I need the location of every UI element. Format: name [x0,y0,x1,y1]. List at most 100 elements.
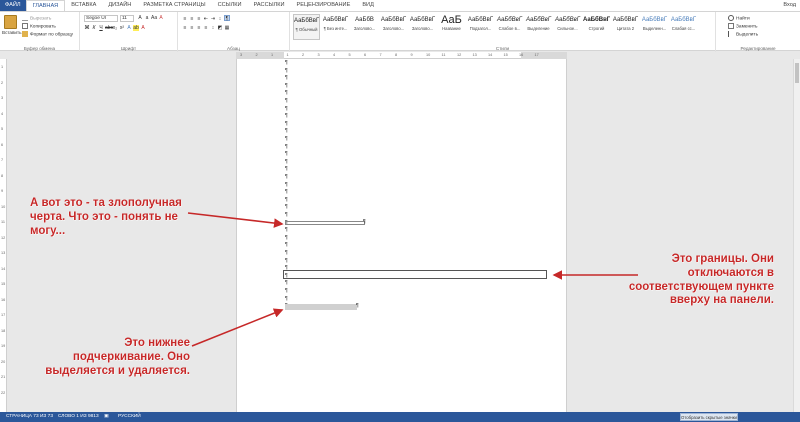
paragraph-mark: ¶ [285,75,288,82]
show-marks-icon[interactable]: ¶ [224,15,230,22]
font-size-select[interactable]: 11 [120,15,134,22]
tab-file[interactable]: ФАЙЛ [0,0,26,11]
horizontal-ruler[interactable]: 3 2 1 1 2 3 4 5 6 7 8 9 10 11 12 13 14 15 16 17 [236,52,567,59]
scrollbar-thumb[interactable] [795,63,799,83]
tab-insert[interactable]: ВСТАВКА [65,0,102,11]
align-right-icon[interactable]: ≡ [196,25,202,31]
cut-button[interactable]: Вырезать [22,15,51,21]
vertical-scrollbar[interactable] [793,59,800,412]
style-item[interactable]: АаБбВвГ Строгий [583,14,610,40]
sign-in-link[interactable]: Вход [783,0,796,11]
tab-review[interactable]: РЕЦЕНЗИРОВАНИЕ [291,0,357,11]
text-effects-button[interactable]: A [126,25,132,31]
style-item[interactable]: АаБбВвГ Слабая сс... [670,14,697,40]
style-item[interactable]: АаБбВвГ Слабое в... [496,14,523,40]
style-item[interactable]: АаБбВвГ Цитата 2 [612,14,639,40]
bold-button[interactable]: Ж [84,25,90,31]
style-sample: АаБбВвГ [294,18,319,24]
sort-icon[interactable]: ↕ [217,16,223,22]
style-sample: АаБбВвГ [409,17,436,23]
style-item[interactable]: АаБбВ Заголово... [351,14,378,40]
style-item[interactable]: АаБбВвГ Выделенн... [641,14,668,40]
status-language[interactable]: РУССКИЙ [118,412,141,422]
highlight-button[interactable]: ab [133,25,139,31]
paragraph-mark: ¶ [285,60,288,66]
borders-icon[interactable]: ▦ [224,25,230,31]
multilevel-list-icon[interactable]: ≡ [196,16,202,22]
style-item[interactable]: АаБбВвГ Сильное... [554,14,581,40]
superscript-button[interactable]: x² [119,25,125,31]
mystery-line[interactable] [285,221,365,225]
style-sample: АаБбВвГ [641,17,668,23]
style-name: Заголово... [353,26,376,31]
tab-mailings[interactable]: РАССЫЛКИ [248,0,291,11]
shrink-font-button[interactable]: a [144,15,150,21]
status-words[interactable]: СЛОВО 1 ИЗ 9813 [58,412,99,422]
paragraph-mark: ¶ [285,90,288,97]
proofing-icon[interactable]: ▣ [104,412,109,422]
search-icon [728,15,734,21]
style-item[interactable]: АаБбВвГ Заголово... [380,14,407,40]
style-item[interactable]: АаБбВвГ Заголово... [409,14,436,40]
decrease-indent-icon[interactable]: ⇤ [203,16,209,22]
shading-icon[interactable]: ◩ [217,25,223,31]
clear-format-icon[interactable]: A [158,15,164,21]
annotation-top-left: А вот это - та злополучная черта. Что эт… [30,197,182,237]
vruler-tick-label: 1 [1,65,4,69]
replace-button[interactable]: Заменить [728,23,758,29]
paragraph-mark: ¶ [285,67,288,74]
tab-design[interactable]: ДИЗАЙН [102,0,137,11]
styles-group-label: Стили [495,46,510,51]
line-spacing-icon[interactable]: ↕ [210,25,216,31]
tab-home[interactable]: ГЛАВНАЯ [25,0,66,11]
style-item[interactable]: АаБбВвГ ¶ Без инте... [322,14,349,40]
select-button[interactable]: Выделить [728,31,758,37]
status-bar: СТРАНИЦА 73 ИЗ 73 СЛОВО 1 ИЗ 9813 ▣ РУСС… [0,412,800,422]
tab-references[interactable]: ССЫЛКИ [212,0,248,11]
style-name: ¶ Без инте... [323,26,348,31]
copy-icon [22,23,28,29]
underline-button[interactable]: Ч [98,25,104,31]
paragraph-mark: ¶ [285,136,288,142]
paragraph-mark: ¶ [363,219,366,225]
ruler-tick-label: 3 [317,53,320,57]
paste-icon[interactable] [4,15,17,29]
bordered-paragraph[interactable] [283,270,547,279]
font-color-button[interactable]: A [140,25,146,31]
numbering-icon[interactable]: ≡ [189,16,195,22]
style-name: Подзагол... [469,26,492,31]
justify-icon[interactable]: ≡ [203,25,209,31]
clipboard-group: Вставить Вырезать Копировать Формат по о… [0,12,80,52]
grow-font-button[interactable]: A [137,15,143,21]
style-item[interactable]: АаБ Название [438,14,465,40]
style-item[interactable]: АаБбВвГ ¶ Обычный [293,14,320,40]
style-item[interactable]: АаБбВвГ Выделение [525,14,552,40]
ruler-right-margin [521,52,567,59]
ruler-tick-label: 1 [286,53,289,57]
status-page[interactable]: СТРАНИЦА 73 ИЗ 73 [6,412,53,422]
bullets-icon[interactable]: ≡ [182,16,188,22]
vruler-tick-label: 22 [1,390,6,395]
paragraph-mark: ¶ [285,227,288,234]
change-case-button[interactable]: Аа [151,15,157,21]
tab-view[interactable]: ВИД [356,0,380,11]
align-left-icon[interactable]: ≡ [182,25,188,31]
copy-button[interactable]: Копировать [22,23,56,29]
format-painter-button[interactable]: Формат по образцу [22,31,73,37]
document-page[interactable]: ¶¶¶¶¶¶¶¶¶¶¶¶¶¶¶¶¶¶¶¶¶¶¶¶¶¶¶¶¶¶¶¶¶ ¶ ¶ [236,59,567,412]
find-button[interactable]: Найти [728,15,750,21]
align-center-icon[interactable]: ≡ [189,25,195,31]
strikethrough-button[interactable]: abc [105,25,113,31]
style-sample: АаБ [441,14,462,26]
annotation-bottom-left: Это нижнее подчеркивание. Оно выделяется… [45,337,190,377]
paragraph-group: ≡ ≡ ≡ ⇤ ⇥ ↕ ¶ ≡ ≡ ≡ ≡ ↕ ◩ ▦ Абзац [178,12,290,52]
style-item[interactable]: АаБбВвГ Подзагол... [467,14,494,40]
italic-button[interactable]: К [91,25,97,31]
tab-layout[interactable]: РАЗМЕТКА СТРАНИЦЫ [137,0,211,11]
font-name-select[interactable]: Segoe UI [84,15,118,22]
vertical-ruler[interactable]: 1 2 3 4 5 6 7 8 9 10 11 12 13 14 15 16 17 18 19 20 21 22 [0,59,7,412]
increase-indent-icon[interactable]: ⇥ [210,16,216,22]
underscore-line[interactable] [285,304,357,310]
paste-button[interactable]: Вставить [2,30,21,35]
subscript-button[interactable]: x₂ [112,25,118,31]
